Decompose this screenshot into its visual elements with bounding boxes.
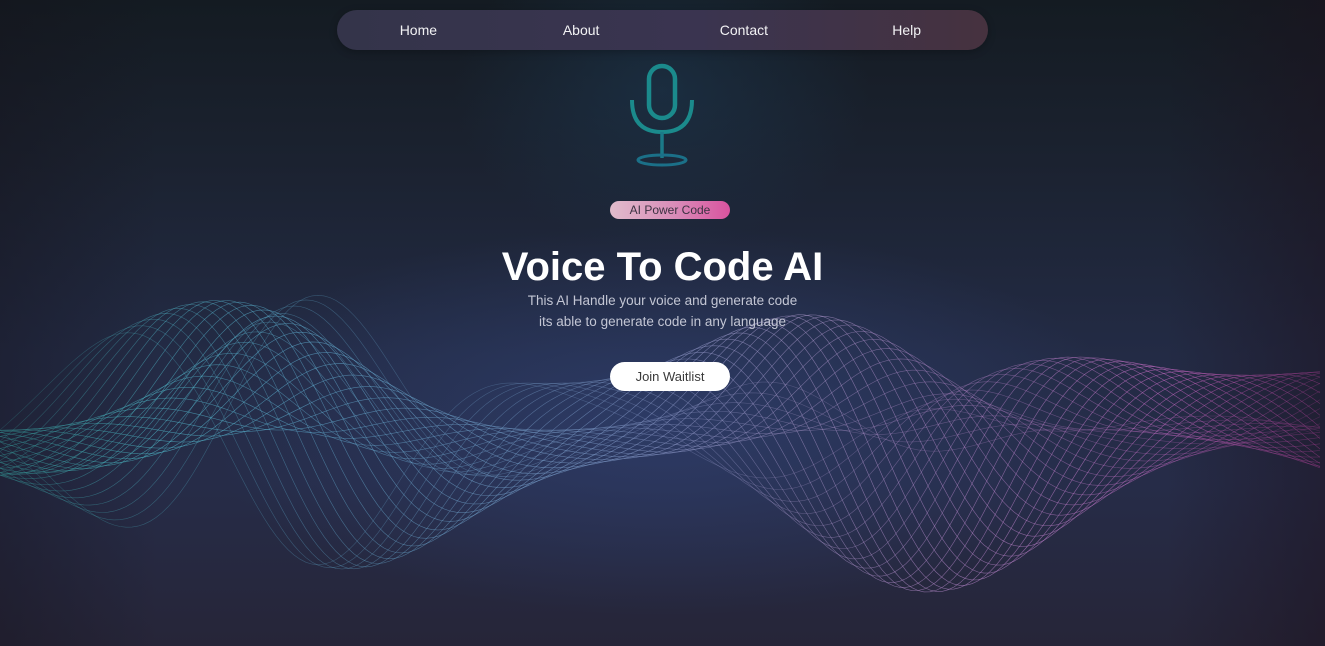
wave-strand — [0, 304, 1321, 583]
nav-contact-link[interactable]: Contact — [684, 22, 804, 38]
wave-strand — [0, 301, 1321, 577]
hero-subtitle-line-2: its able to generate code in any languag… — [539, 314, 786, 329]
nav-home-link[interactable]: Home — [358, 22, 478, 38]
wave-strand — [0, 314, 1321, 566]
wave-strand — [0, 319, 1321, 570]
hero-title: Voice To Code AI — [501, 245, 824, 289]
wave-strand — [0, 308, 1321, 568]
wave-strand — [0, 315, 1321, 591]
wave-strand — [0, 331, 1321, 492]
microphone-icon — [630, 63, 694, 167]
wave-strand — [0, 314, 1321, 574]
nav-help-link[interactable]: Help — [847, 22, 967, 38]
ai-power-code-badge: AI Power Code — [610, 201, 730, 219]
nav-about-link[interactable]: About — [521, 22, 641, 38]
wave-strand — [0, 304, 1321, 564]
wave-strand — [0, 301, 1321, 560]
top-navigation: Home About Contact Help — [337, 10, 988, 50]
wave-strand — [0, 309, 1321, 588]
hero-subtitle-line-1: This AI Handle your voice and generate c… — [527, 293, 798, 308]
join-waitlist-button[interactable]: Join Waitlist — [610, 362, 730, 391]
wave-strand — [0, 319, 1321, 547]
